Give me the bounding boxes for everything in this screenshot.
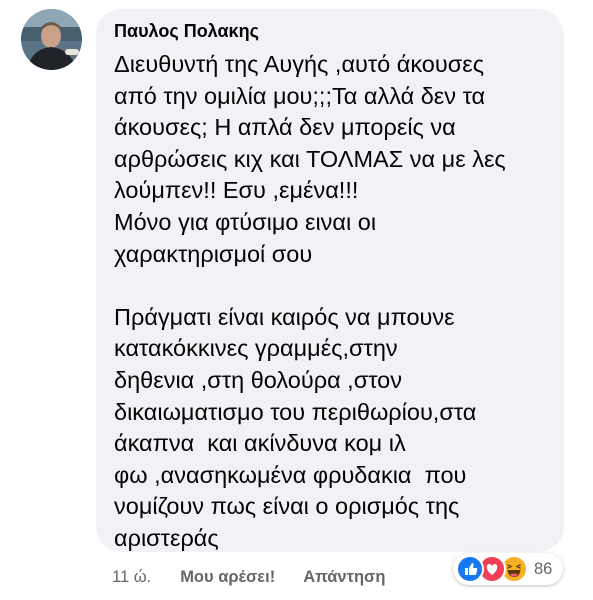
comment-line: δηθενια ,στη θολούρα ,στον <box>114 366 402 393</box>
comment-actions: 11 ώ. Μου αρέσει! Απάντηση <box>112 565 385 589</box>
comment-line: άκαπνα και ακίνδυνα κομ ιλ <box>114 430 406 457</box>
comment-timestamp[interactable]: 11 ώ. <box>112 568 151 587</box>
comment-line: λούμπεν!! Εσυ ,εμένα!!! <box>114 177 359 204</box>
like-icon <box>456 555 484 583</box>
reaction-count: 86 <box>534 559 553 578</box>
like-button[interactable]: Μου αρέσει! <box>180 568 275 587</box>
avatar-photo <box>21 9 82 70</box>
comment-line: φω ,ανασηκωμένα φρυδακια που <box>114 461 467 488</box>
comment-line: δικαιωματισμο του περιθωρίου,στα <box>114 398 477 425</box>
comment-line: Διευθυντή της Αυγής ,αυτό άκουσες <box>114 51 485 77</box>
comment-line: νομίζουν πως είναι ο ορισμός της <box>114 493 460 520</box>
comment-bubble: Παυλος Πολακης Διευθυντή της Αυγής ,αυτό… <box>96 9 564 552</box>
comment-line: αριστεράς <box>114 524 219 551</box>
comment-line: Πράγματι είναι καιρός να μπουνε <box>114 303 455 330</box>
comment-line: χαρακτηρισμοί σου <box>114 240 313 267</box>
reactions-summary[interactable]: 86 <box>453 553 563 585</box>
author-avatar[interactable] <box>21 9 82 70</box>
comment-text: Διευθυντή της Αυγής ,αυτό άκουσες από την… <box>114 49 546 555</box>
comment-line: Μόνο για φτύσιμο ειναι οι <box>114 208 377 235</box>
comment-author[interactable]: Παυλος Πολακης <box>114 20 546 42</box>
reply-button[interactable]: Απάντηση <box>303 568 385 587</box>
comment-line: αρθρώσεις κιχ και ΤΟΛΜΑΣ να με λες <box>114 145 506 172</box>
comment-line: άκουσες; Η απλά δεν μπορείς να <box>114 114 456 141</box>
comment-line: από την ομιλία μου;;;Τα αλλά δεν τα <box>114 82 486 109</box>
comment-line: κατακόκκινες γραμμές,στην <box>114 335 398 362</box>
